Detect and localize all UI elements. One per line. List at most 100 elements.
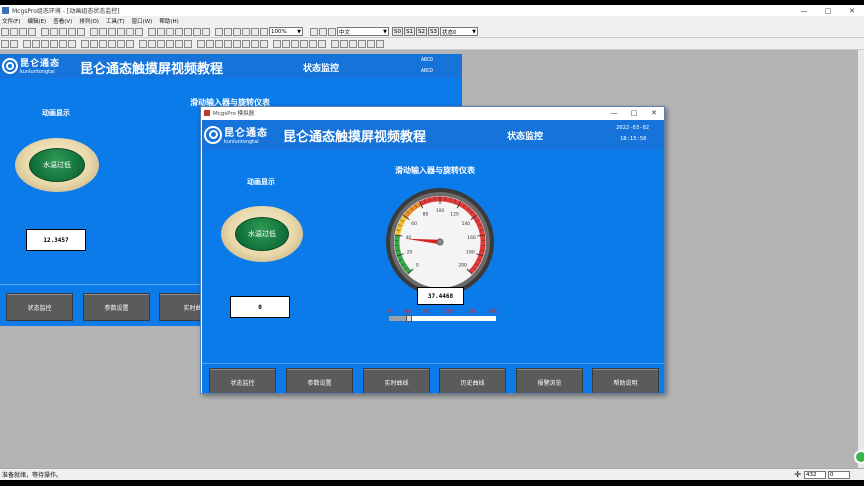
toolbar-button[interactable]: [50, 27, 58, 36]
toolbar-button[interactable]: [233, 27, 241, 36]
menu-arrange[interactable]: 排列(O): [79, 17, 99, 25]
toolbar-button[interactable]: [215, 27, 223, 36]
vertical-scrollbar[interactable]: [858, 50, 864, 470]
toolbar-button[interactable]: [126, 27, 134, 36]
toolbar-button[interactable]: [193, 27, 201, 36]
state-select[interactable]: 状态0 ▼: [440, 27, 478, 36]
toolbar-button[interactable]: [1, 39, 9, 48]
toolbar-button[interactable]: [68, 39, 76, 48]
toolbar-button[interactable]: [126, 39, 134, 48]
toolbar-button[interactable]: [175, 27, 183, 36]
menu-view[interactable]: 查看(V): [53, 17, 72, 25]
nav-parameter-settings[interactable]: 参数设置: [286, 368, 353, 393]
toolbar-button[interactable]: [309, 39, 317, 48]
nav-status-monitor[interactable]: 状态监控: [209, 368, 276, 393]
toolbar-button[interactable]: [81, 39, 89, 48]
toolbar-button[interactable]: [206, 39, 214, 48]
toolbar-button[interactable]: [157, 27, 165, 36]
toolbar-button[interactable]: [157, 39, 165, 48]
sim-maximize-button[interactable]: □: [624, 107, 644, 119]
menu-tools[interactable]: 工具(T): [106, 17, 125, 25]
nav-parameter-settings[interactable]: 参数设置: [83, 293, 150, 321]
toolbar-button[interactable]: [90, 39, 98, 48]
toolbar-button[interactable]: [28, 27, 36, 36]
toolbar-button[interactable]: [233, 39, 241, 48]
nav-status-monitor[interactable]: 状态监控: [6, 293, 73, 321]
state-button-s1[interactable]: S1: [404, 27, 415, 36]
nav-history-curve[interactable]: 历史曲线: [439, 368, 506, 393]
toolbar-button[interactable]: [99, 27, 107, 36]
toolbar-button[interactable]: [319, 27, 327, 36]
nav-realtime-curve[interactable]: 实时曲线: [363, 368, 430, 393]
toolbar-button[interactable]: [251, 27, 259, 36]
menu-file[interactable]: 文件(F): [2, 17, 20, 25]
toolbar-button[interactable]: [59, 27, 67, 36]
toolbar-button[interactable]: [340, 39, 348, 48]
close-button[interactable]: ✕: [840, 5, 864, 16]
toolbar-button[interactable]: [242, 39, 250, 48]
toolbar-button[interactable]: [310, 27, 318, 36]
sim-close-button[interactable]: ✕: [644, 107, 664, 119]
toolbar-button[interactable]: [273, 39, 281, 48]
toolbar-button[interactable]: [68, 27, 76, 36]
toolbar-button[interactable]: [59, 39, 67, 48]
state-button-s3[interactable]: S3: [428, 27, 439, 36]
toolbar-button[interactable]: [90, 27, 98, 36]
state-button-s0[interactable]: S0: [392, 27, 403, 36]
toolbar-button[interactable]: [251, 39, 259, 48]
toolbar-button[interactable]: [242, 27, 250, 36]
toolbar-button[interactable]: [41, 39, 49, 48]
toolbar-button[interactable]: [202, 27, 210, 36]
state-button-s2[interactable]: S2: [416, 27, 427, 36]
toolbar-button[interactable]: [50, 39, 58, 48]
toolbar-button[interactable]: [367, 39, 375, 48]
maximize-button[interactable]: □: [816, 5, 840, 16]
floating-assist-icon[interactable]: [854, 450, 864, 464]
toolbar-button[interactable]: [175, 39, 183, 48]
slider-thumb[interactable]: [406, 315, 413, 322]
toolbar-button[interactable]: [23, 39, 31, 48]
nav-help[interactable]: 帮助说明: [592, 368, 659, 393]
toolbar-button[interactable]: [108, 39, 116, 48]
toolbar-button[interactable]: [139, 39, 147, 48]
toolbar-button[interactable]: [300, 39, 308, 48]
toolbar-button[interactable]: [349, 39, 357, 48]
toolbar-button[interactable]: [99, 39, 107, 48]
toolbar-button[interactable]: [166, 27, 174, 36]
toolbar-button[interactable]: [10, 39, 18, 48]
toolbar-button[interactable]: [41, 27, 49, 36]
zoom-select[interactable]: 100% ▼: [269, 27, 303, 36]
toolbar-button[interactable]: [117, 27, 125, 36]
toolbar-button[interactable]: [184, 39, 192, 48]
toolbar-button[interactable]: [215, 39, 223, 48]
toolbar-button[interactable]: [108, 27, 116, 36]
menu-window[interactable]: 窗口(W): [132, 17, 153, 25]
toolbar-button[interactable]: [260, 39, 268, 48]
toolbar-button[interactable]: [197, 39, 205, 48]
toolbar-button[interactable]: [331, 39, 339, 48]
toolbar-button[interactable]: [328, 27, 336, 36]
sim-minimize-button[interactable]: —: [604, 107, 624, 119]
toolbar-button[interactable]: [1, 27, 9, 36]
toolbar-button[interactable]: [224, 39, 232, 48]
toolbar-button[interactable]: [282, 39, 290, 48]
toolbar-button[interactable]: [19, 27, 27, 36]
toolbar-button[interactable]: [376, 39, 384, 48]
toolbar-button[interactable]: [291, 39, 299, 48]
slider-input[interactable]: [389, 315, 496, 322]
toolbar-button[interactable]: [135, 27, 143, 36]
nav-alarm-browse[interactable]: 报警浏览: [516, 368, 583, 393]
toolbar-button[interactable]: [77, 27, 85, 36]
toolbar-button[interactable]: [184, 27, 192, 36]
minimize-button[interactable]: —: [792, 5, 816, 16]
toolbar-button[interactable]: [32, 39, 40, 48]
toolbar-button[interactable]: [117, 39, 125, 48]
language-select[interactable]: 中文 ▼: [337, 27, 389, 36]
toolbar-button[interactable]: [148, 27, 156, 36]
toolbar-button[interactable]: [260, 27, 268, 36]
toolbar-button[interactable]: [358, 39, 366, 48]
toolbar-button[interactable]: [166, 39, 174, 48]
toolbar-button[interactable]: [224, 27, 232, 36]
toolbar-button[interactable]: [148, 39, 156, 48]
toolbar-button[interactable]: [318, 39, 326, 48]
